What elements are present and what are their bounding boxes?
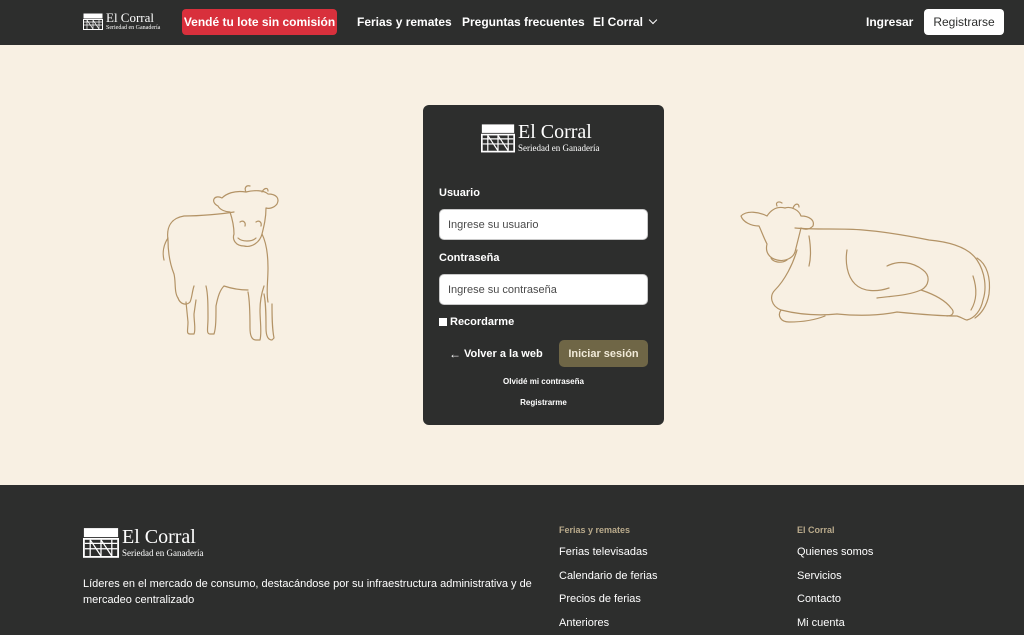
top-navbar: El Corral Seriedad en Ganadería Vendé tu…: [0, 0, 1024, 45]
remember-checkbox[interactable]: [439, 318, 447, 326]
footer-link[interactable]: Quienes somos: [797, 546, 873, 570]
logo-tagline: Seriedad en Ganadería: [518, 143, 600, 153]
footer-link[interactable]: Contacto: [797, 593, 873, 617]
corral-logo-icon: [83, 528, 119, 558]
footer-link[interactable]: Ferias televisadas: [559, 546, 657, 570]
logo-title: El Corral: [106, 10, 155, 25]
footer-link[interactable]: Precios de ferias: [559, 593, 657, 617]
sell-lot-button[interactable]: Vendé tu lote sin comisión: [182, 9, 337, 35]
remember-me[interactable]: Recordarme: [439, 316, 514, 328]
logo-tagline: Seriedad en Ganadería: [122, 548, 204, 558]
standing-cow-illustration: [162, 185, 279, 341]
password-label: Contraseña: [439, 252, 500, 264]
logo-title: El Corral: [518, 121, 592, 143]
footer-link[interactable]: Mi cuenta: [797, 617, 873, 635]
footer: El Corral Seriedad en Ganadería Líderes …: [0, 485, 1024, 635]
ingresar-link[interactable]: Ingresar: [866, 15, 913, 29]
footer-link[interactable]: Anteriores: [559, 617, 657, 635]
remember-label: Recordarme: [450, 316, 515, 328]
footer-column-ferias: Ferias y remates Ferias televisadas Cale…: [559, 525, 657, 635]
registrarse-button[interactable]: Registrarse: [924, 9, 1004, 35]
logo-tagline: Seriedad en Ganadería: [106, 25, 161, 31]
nav-el-corral-label: El Corral: [593, 15, 644, 29]
corral-logo-icon: [83, 13, 103, 30]
footer-link[interactable]: Servicios: [797, 570, 873, 594]
nav-el-corral-dropdown[interactable]: El Corral: [593, 15, 658, 29]
footer-logo[interactable]: El Corral Seriedad en Ganadería: [83, 527, 203, 558]
footer-column-title: Ferias y remates: [559, 525, 631, 535]
back-to-web-label: Volver a la web: [464, 348, 543, 360]
register-link[interactable]: Registrarme: [423, 398, 664, 407]
login-button[interactable]: Iniciar sesión: [559, 340, 648, 367]
logo-title: El Corral: [122, 526, 196, 548]
forgot-password-link[interactable]: Olvidé mi contraseña: [423, 377, 664, 386]
username-input[interactable]: [439, 209, 648, 240]
login-card: El Corral Seriedad en Ganadería Usuario …: [423, 105, 664, 425]
nav-preguntas-frecuentes[interactable]: Preguntas frecuentes: [462, 15, 585, 29]
corral-logo-icon: [481, 123, 515, 152]
lying-cow-illustration: [740, 201, 991, 323]
nav-ferias-remates[interactable]: Ferias y remates: [357, 15, 452, 29]
card-logo: El Corral Seriedad en Ganadería: [481, 122, 599, 153]
chevron-down-icon: [648, 15, 658, 25]
password-input[interactable]: [439, 274, 648, 305]
arrow-left-icon: ←: [449, 347, 461, 361]
footer-column-title: El Corral: [797, 525, 835, 535]
username-label: Usuario: [439, 187, 480, 199]
footer-description: Líderes en el mercado de consumo, destac…: [83, 578, 532, 606]
header-logo[interactable]: El Corral Seriedad en Ganadería: [83, 11, 160, 31]
back-to-web-link[interactable]: ← Volver a la web: [449, 347, 543, 361]
footer-column-corral: El Corral Quienes somos Servicios Contac…: [797, 525, 873, 635]
footer-link[interactable]: Calendario de ferias: [559, 570, 657, 594]
